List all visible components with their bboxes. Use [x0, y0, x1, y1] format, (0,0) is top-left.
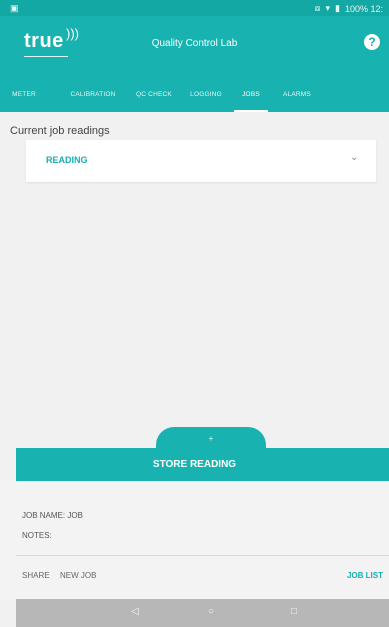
logo-underline: [24, 56, 68, 58]
section-label: Current job readings: [10, 125, 110, 137]
job-name: JOB NAME: JOB: [22, 511, 83, 520]
chevron-down-icon[interactable]: ⌄: [350, 152, 360, 163]
tab-logging[interactable]: LOGGING: [188, 78, 224, 112]
tab-bar: METER CALIBRATION QC CHECK LOGGING JOBS …: [0, 78, 389, 112]
job-notes: NOTES:: [22, 531, 52, 540]
system-nav-bar: ◁ ○ □: [16, 599, 389, 627]
job-panel: JOB NAME: JOB NOTES: SHARE NEW JOB JOB L…: [0, 481, 389, 599]
page-title: Quality Control Lab: [151, 38, 238, 49]
app-bar: true ))) Quality Control Lab ?: [0, 16, 389, 78]
tab-calibration[interactable]: CALIBRATION: [66, 78, 120, 112]
help-icon[interactable]: ?: [364, 34, 380, 50]
status-time: 100% 12:: [344, 3, 383, 14]
new-job-button[interactable]: NEW JOB: [60, 571, 96, 580]
home-icon[interactable]: ○: [204, 606, 218, 617]
tab-alarms[interactable]: ALARMS: [282, 78, 312, 112]
tab-jobs[interactable]: JOBS: [234, 78, 268, 112]
tab-meter[interactable]: METER: [12, 78, 36, 112]
status-bar: ▣ ⧈ ▾ ▮ 100% 12:: [0, 0, 389, 16]
divider: [16, 555, 389, 556]
tab-qc-check[interactable]: QC CHECK: [134, 78, 174, 112]
status-right: ⧈ ▾ ▮ 100% 12:: [315, 3, 383, 14]
vibrate-icon: ⧈: [314, 3, 321, 13]
active-tab-indicator: [234, 110, 268, 112]
share-button[interactable]: SHARE: [22, 571, 50, 580]
reading-label: READING: [46, 155, 88, 165]
recent-apps-icon[interactable]: □: [287, 606, 301, 617]
wifi-icon: ▾: [325, 3, 331, 13]
store-reading-button[interactable]: STORE READING: [0, 459, 389, 470]
battery-icon: ▮: [335, 3, 340, 13]
plus-button[interactable]: +: [156, 434, 266, 443]
reading-expander[interactable]: READING ⌄: [26, 140, 376, 182]
store-reading-bar: STORE READING: [16, 448, 389, 481]
notification-icon: ▣: [10, 3, 19, 13]
job-list-button[interactable]: JOB LIST: [347, 571, 383, 580]
back-icon[interactable]: ◁: [128, 606, 142, 617]
